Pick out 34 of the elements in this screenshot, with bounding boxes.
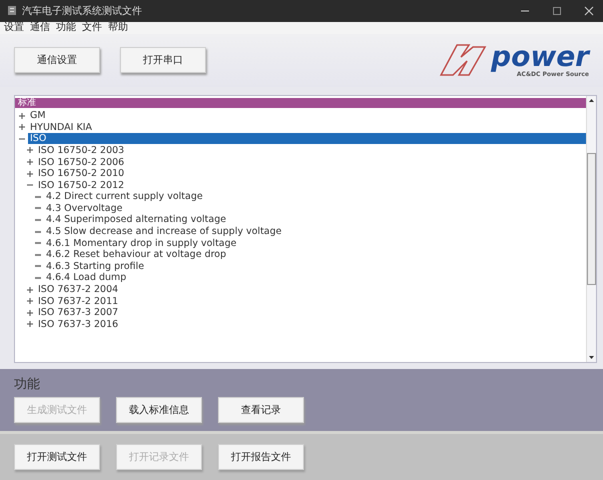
menu-item[interactable]: 文件 — [82, 22, 102, 34]
tree-item[interactable]: ISO 7637-3 2007 — [36, 307, 120, 318]
tree-item[interactable]: ISO — [28, 133, 586, 144]
file-button[interactable]: 打开报告文件 — [218, 444, 304, 470]
tree-item[interactable]: 4.6.1 Momentary drop in supply voltage — [44, 238, 238, 249]
tree-item[interactable]: 4.6.2 Reset behaviour at voltage drop — [44, 249, 228, 260]
tree-item[interactable]: ISO 16750-2 2010 — [36, 168, 126, 180]
toolbar-button[interactable]: 通信设置 — [14, 47, 100, 74]
tree-item[interactable]: ISO 7637-2 2011 — [36, 296, 120, 307]
tree-item[interactable]: 4.5 Slow decrease and increase of supply voltage — [44, 226, 284, 238]
tree-item[interactable]: ISO 16750-2 2012 — [36, 180, 126, 191]
section-title: 功能 — [14, 376, 41, 393]
tree-item[interactable]: 4.4 Superimposed alternating voltage — [44, 214, 228, 226]
tree-item[interactable]: ISO 7637-3 2016 — [36, 318, 120, 330]
tree-item[interactable]: 4.2 Direct current supply voltage — [44, 191, 205, 202]
menu-item[interactable]: 设置 — [4, 22, 24, 34]
tree-item[interactable]: 4.6.3 Starting profile — [44, 260, 146, 272]
tree-item[interactable]: 4.6.4 Load dump — [44, 272, 128, 284]
toolbar-button[interactable]: 打开串口 — [120, 47, 206, 74]
logo-text: power — [491, 42, 589, 71]
window-title: 汽车电子测试系统测试文件 — [22, 4, 143, 18]
tree-item[interactable]: ISO 16750-2 2006 — [36, 156, 126, 168]
function-button[interactable]: 查看记录 — [218, 396, 304, 423]
tree-item[interactable]: HYUNDAI KIA — [28, 122, 94, 133]
tree-item[interactable]: 4.3 Overvoltage — [44, 202, 124, 214]
tree-item[interactable]: GM — [28, 110, 48, 122]
file-button[interactable]: 打开测试文件 — [14, 444, 100, 470]
tree-item[interactable]: ISO 16750-2 2003 — [36, 144, 126, 156]
menu-item[interactable]: 功能 — [56, 22, 76, 34]
tree-header: 标准 — [15, 98, 586, 108]
menu-item[interactable]: 通信 — [30, 22, 50, 34]
menu-item[interactable]: 帮助 — [108, 22, 128, 34]
tree-item[interactable]: ISO 7637-2 2004 — [36, 284, 120, 296]
function-button[interactable]: 载入标准信息 — [116, 396, 202, 423]
